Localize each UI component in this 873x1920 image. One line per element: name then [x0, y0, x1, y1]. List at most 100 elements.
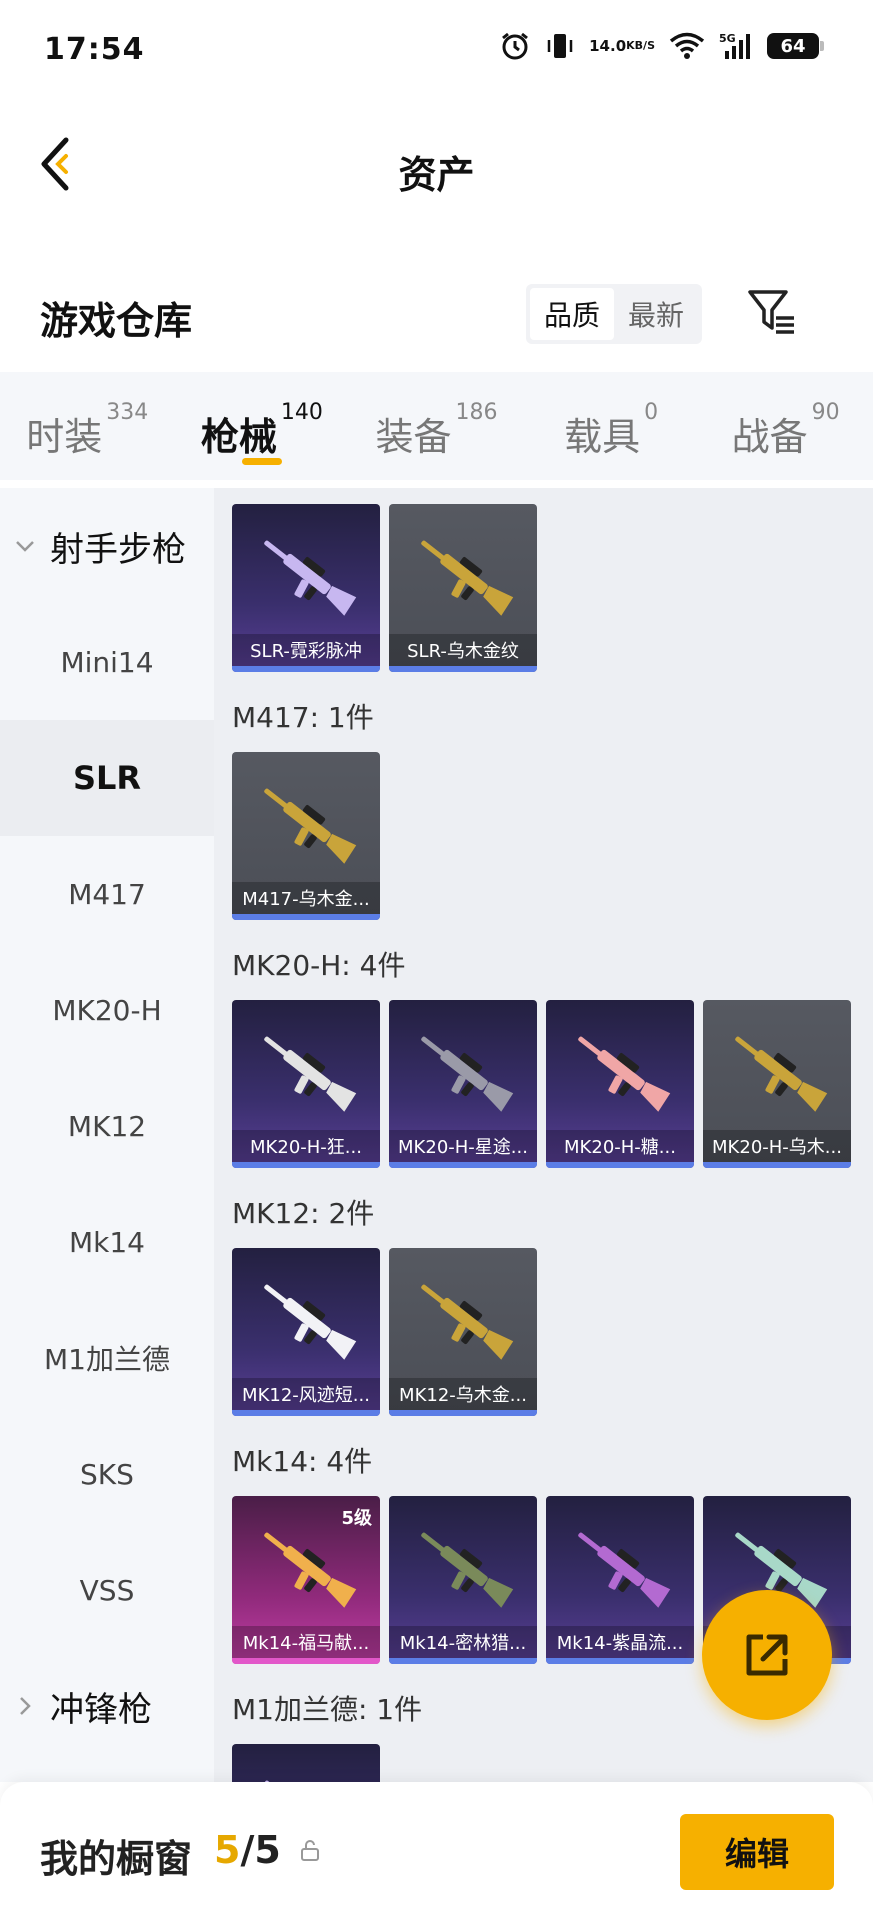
- sort-option-newest[interactable]: 最新: [614, 288, 698, 340]
- rifle-icon: [264, 1284, 357, 1360]
- weapon-card[interactable]: M417-乌木金...: [232, 752, 380, 920]
- rifle-icon: [264, 1532, 357, 1608]
- weapon-card[interactable]: MK12-风迹短...: [232, 1248, 380, 1416]
- tab-label: 装备: [375, 415, 452, 459]
- filter-icon: [748, 290, 794, 334]
- rifle-icon: [421, 1532, 514, 1608]
- tab-label: 战备: [731, 415, 808, 459]
- sidebar-item-sks[interactable]: SKS: [0, 1416, 214, 1532]
- section-title: 游戏仓库: [40, 299, 193, 343]
- chevron-right-icon: [20, 1697, 31, 1715]
- tab-combat-gear[interactable]: 战备 90: [698, 372, 873, 480]
- group-label-mk14: Mk14: 4件: [232, 1445, 373, 1478]
- rarity-bar: [703, 1162, 851, 1168]
- showcase-current: 5: [214, 1828, 241, 1872]
- sidebar-item-m1-garand[interactable]: M1加兰德: [0, 1300, 214, 1416]
- weapon-card[interactable]: Mk14-紫晶流...: [546, 1496, 694, 1664]
- group-label-m1-garand: M1加兰德: 1件: [232, 1693, 423, 1726]
- rifle-icon: [421, 540, 514, 616]
- rarity-bar: [232, 1410, 380, 1416]
- rarity-bar: [546, 1162, 694, 1168]
- tab-label: 枪械: [200, 415, 277, 459]
- weapon-card[interactable]: MK20-H-糖...: [546, 1000, 694, 1168]
- chevron-down-icon: [16, 541, 34, 552]
- signal-icon: 5G: [719, 31, 753, 61]
- weapon-name: SLR-乌木金纹: [389, 634, 537, 666]
- rarity-bar: [232, 1162, 380, 1168]
- weapon-name: Mk14-紫晶流...: [546, 1626, 694, 1658]
- sidebar-item-mini14[interactable]: Mini14: [0, 604, 214, 720]
- sidebar-item-m417[interactable]: M417: [0, 836, 214, 952]
- tab-count: 140: [280, 400, 323, 425]
- lock-icon: [301, 1840, 319, 1861]
- section-bar: 游戏仓库 品质 最新: [0, 262, 873, 362]
- category-tabs: 时装 334 枪械 140 装备 186 载具 0 战备 90: [0, 372, 873, 480]
- alarm-icon: [499, 30, 531, 62]
- rarity-bar: [232, 666, 380, 672]
- rarity-bar: [232, 914, 380, 920]
- edit-button[interactable]: 编辑: [680, 1814, 834, 1890]
- weapon-name: Mk14-福马献...: [232, 1626, 380, 1658]
- sidebar-category-marksman[interactable]: 射手步枪: [0, 488, 214, 604]
- weapon-name: MK20-H-乌木...: [703, 1130, 851, 1162]
- sidebar-category-smg[interactable]: 冲锋枪: [0, 1648, 214, 1764]
- tab-active-indicator: [241, 458, 282, 465]
- sidebar-item-mk12[interactable]: MK12: [0, 1068, 214, 1184]
- battery-level: 64: [780, 35, 806, 57]
- tab-count: 334: [106, 400, 149, 425]
- weapon-card[interactable]: SLR-霓彩脉冲: [232, 504, 380, 672]
- rifle-icon: [264, 1780, 290, 1782]
- rifle-icon: [264, 1036, 357, 1112]
- weapon-card[interactable]: M1加兰德: [232, 1744, 380, 1782]
- weapon-name: MK20-H-星途...: [389, 1130, 537, 1162]
- weapon-card[interactable]: 5级 Mk14-福马献...: [232, 1496, 380, 1664]
- weapon-card[interactable]: Mk14-密林猎...: [389, 1496, 537, 1664]
- tab-count: 186: [455, 400, 498, 425]
- weapon-name: Mk14-密林猎...: [389, 1626, 537, 1658]
- group-label-mk12: MK12: 2件: [232, 1197, 375, 1230]
- group-label-m417: M417: 1件: [232, 701, 374, 734]
- app-header: 资产: [0, 104, 873, 224]
- rifle-icon: [421, 1036, 514, 1112]
- tab-vehicles[interactable]: 载具 0: [524, 372, 699, 480]
- rarity-bar: [389, 666, 537, 672]
- filter-button[interactable]: [744, 284, 800, 340]
- weapon-card[interactable]: SLR-乌木金纹: [389, 504, 537, 672]
- battery-icon: 64: [767, 33, 824, 59]
- sidebar-item-slr[interactable]: SLR: [0, 720, 214, 836]
- weapon-name: M417-乌木金...: [232, 882, 380, 914]
- rifle-icon: [735, 1036, 828, 1112]
- vibrate-icon: [545, 30, 575, 62]
- status-icons: 14.0 KB/S 5G 64: [499, 30, 824, 62]
- weapon-card[interactable]: MK20-H-狂...: [232, 1000, 380, 1168]
- sidebar-category-label: 冲锋枪: [50, 1689, 152, 1730]
- rifle-icon: [264, 788, 357, 864]
- share-button[interactable]: [702, 1590, 832, 1720]
- page-title: 资产: [398, 153, 475, 197]
- weapon-name: MK20-H-狂...: [232, 1130, 380, 1162]
- net-speed-unit: KB/S: [626, 39, 655, 52]
- weapon-name: MK20-H-糖...: [546, 1130, 694, 1162]
- tab-count: 0: [644, 400, 659, 425]
- sidebar-item-mk14[interactable]: Mk14: [0, 1184, 214, 1300]
- sort-toggle: 品质 最新: [526, 284, 702, 344]
- weapon-card[interactable]: MK20-H-星途...: [389, 1000, 537, 1168]
- weapon-sidebar: 射手步枪 Mini14 SLR M417 MK20-H MK12 Mk14 M1…: [0, 488, 214, 1782]
- rifle-icon: [578, 1036, 671, 1112]
- tab-equipment[interactable]: 装备 186: [349, 372, 524, 480]
- weapon-name: MK12-乌木金...: [389, 1378, 537, 1410]
- showcase-label: 我的橱窗: [40, 1837, 193, 1881]
- weapon-name: MK12-风迹短...: [232, 1378, 380, 1410]
- tab-weapons[interactable]: 枪械 140: [175, 372, 350, 480]
- weapon-card[interactable]: MK20-H-乌木...: [703, 1000, 851, 1168]
- rifle-icon: [578, 1532, 671, 1608]
- sort-option-quality[interactable]: 品质: [530, 288, 614, 340]
- tab-label: 时装: [26, 415, 103, 459]
- tab-fashion[interactable]: 时装 334: [0, 372, 175, 480]
- rifle-icon: [264, 540, 357, 616]
- rarity-bar: [389, 1658, 537, 1664]
- sidebar-item-mk20h[interactable]: MK20-H: [0, 952, 214, 1068]
- weapon-card[interactable]: MK12-乌木金...: [389, 1248, 537, 1416]
- sidebar-item-vss[interactable]: VSS: [0, 1532, 214, 1648]
- rarity-bar: [389, 1410, 537, 1416]
